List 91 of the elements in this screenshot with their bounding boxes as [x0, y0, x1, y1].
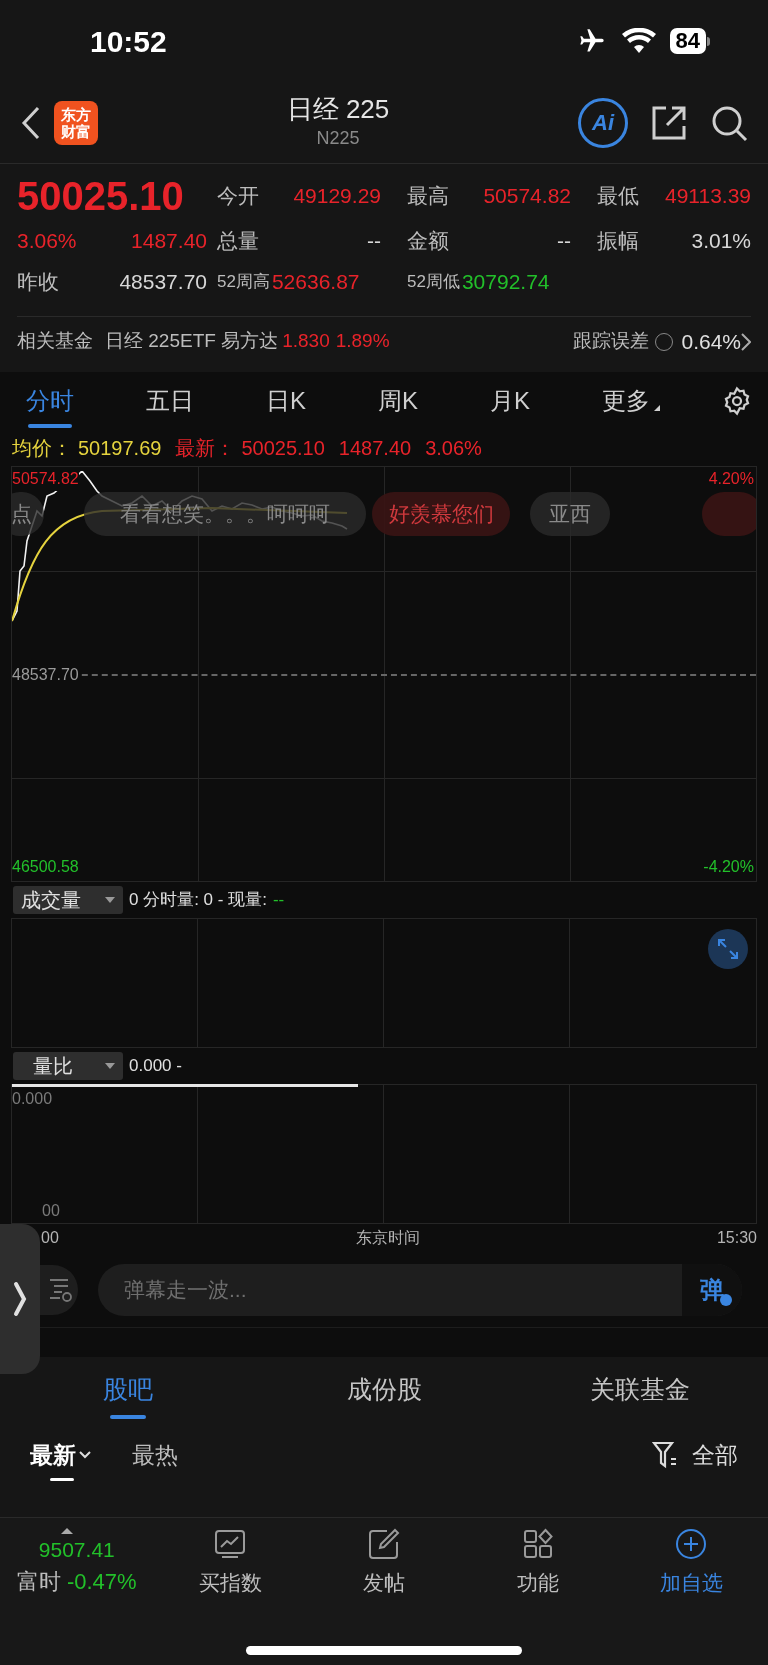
index-value: 9507.41 — [38, 1536, 115, 1563]
comment-bubble: 好羡慕您们 — [372, 492, 510, 536]
chevron-down-icon — [78, 1450, 92, 1460]
toolbar-action[interactable]: 买指数 — [198, 1567, 262, 1599]
caret-down-icon — [105, 1063, 115, 1069]
stat-value: 49113.39 — [664, 183, 751, 210]
stat-value: -- — [557, 228, 571, 255]
stat-label: 52周低 — [407, 271, 460, 294]
latest-percent: 3.06% — [425, 436, 482, 461]
index-change: -0.47% — [66, 1568, 137, 1597]
caret-down-icon — [105, 897, 115, 903]
time-label: 15:30 — [716, 1228, 757, 1248]
tracking-label: 跟踪误差 — [573, 329, 650, 354]
toolbar-action[interactable]: 功能 — [516, 1567, 559, 1599]
volume-readout: 0 分时量: 0 - 现量: — [129, 889, 267, 912]
chevron-right-icon[interactable] — [741, 332, 751, 351]
time-zone-label: 东京时间 — [355, 1228, 420, 1248]
section-tab[interactable]: 股吧 — [0, 1357, 256, 1423]
comment-bubble: 看看想笑。。。呵呵呵 — [84, 492, 366, 536]
stat-label: 最低 — [597, 183, 639, 210]
fund-label: 相关基金 — [17, 329, 93, 354]
indicator-dropdown[interactable]: 成交量 — [13, 886, 123, 914]
edit-icon — [367, 1527, 401, 1562]
app-logo: 东方 财富 — [54, 100, 98, 145]
toolbar-action[interactable]: 发帖 — [363, 1567, 405, 1599]
page-title: 日经 225 — [286, 93, 390, 125]
axis-label: 0.000 — [12, 1089, 53, 1109]
stat-label: 振幅 — [597, 228, 639, 255]
stat-label: 金额 — [407, 228, 449, 255]
last-price: 50025.10 — [17, 173, 185, 220]
stat-value: 30792.74 — [461, 269, 550, 296]
send-danmaku-button[interactable]: 弹 — [682, 1263, 742, 1316]
sort-tab[interactable]: 最新 — [30, 1423, 92, 1487]
toolbar-action[interactable]: 加自选 — [659, 1567, 723, 1599]
sort-tab[interactable]: 最热 — [132, 1423, 178, 1487]
stat-label: 52周高 — [217, 271, 270, 294]
expand-icon — [717, 938, 739, 960]
ticker-symbol: N225 — [316, 127, 360, 150]
comment-bubble: 亚西 — [530, 492, 610, 536]
wifi-icon — [621, 28, 656, 54]
stat-value: 3.01% — [691, 228, 751, 255]
section-tab[interactable]: 成份股 — [256, 1357, 512, 1423]
ai-button[interactable]: Ai — [578, 97, 628, 148]
time-label: 00 — [40, 1228, 59, 1248]
side-drawer-handle[interactable] — [0, 1224, 40, 1374]
change-value: 1487.40 — [131, 228, 207, 255]
latest-change: 1487.40 — [338, 436, 412, 461]
latest-price: 50025.10 — [241, 436, 325, 461]
index-name: 富时 — [16, 1568, 61, 1597]
stat-value: 49129.29 — [293, 183, 381, 210]
tracking-value: 0.64% — [681, 328, 741, 355]
chart-tab[interactable]: 更多 — [591, 372, 670, 430]
axis-label: 4.20% — [708, 469, 754, 489]
axis-label: 00 — [42, 1201, 60, 1221]
caret-icon — [653, 405, 660, 411]
current-volume: -- — [272, 889, 285, 912]
stat-value: 48537.70 — [119, 269, 207, 296]
caret-up-icon — [60, 1527, 73, 1534]
status-time: 10:52 — [90, 23, 167, 60]
stat-value: 52636.87 — [271, 269, 360, 296]
fund-change: 1.89% — [335, 329, 390, 354]
stat-label: 昨收 — [17, 269, 59, 296]
add-icon — [674, 1527, 709, 1562]
chart-tab[interactable]: 月K — [479, 372, 540, 430]
section-tab[interactable]: 关联基金 — [512, 1357, 768, 1423]
filter-icon[interactable] — [652, 1441, 678, 1469]
comment-bubble: 点 — [12, 492, 44, 536]
chart-tab[interactable]: 五日 — [136, 372, 204, 430]
danmaku-settings-icon[interactable] — [38, 1264, 78, 1315]
axis-label: 46500.58 — [12, 857, 79, 877]
axis-label: -4.20% — [703, 857, 754, 877]
latest-price-label: 最新： — [175, 436, 236, 461]
stat-label: 今开 — [217, 183, 259, 210]
fund-price: 1.830 — [282, 329, 330, 354]
back-icon[interactable] — [20, 104, 42, 141]
chart-tab[interactable]: 分时 — [16, 372, 84, 430]
change-percent: 3.06% — [17, 228, 77, 255]
expand-button[interactable] — [708, 929, 748, 969]
stat-label: 总量 — [217, 228, 259, 255]
stat-value: 50574.82 — [483, 183, 571, 210]
average-price: 50197.69 — [78, 436, 162, 461]
comment-input[interactable]: 弹幕走一波... 弹 — [98, 1263, 742, 1316]
stat-value: -- — [367, 228, 381, 255]
indicator-dropdown[interactable]: 量比 — [13, 1052, 123, 1080]
ratio-readout: 0.000 - — [129, 1055, 182, 1078]
stat-label: 最高 — [407, 183, 449, 210]
average-price-label: 均价： — [12, 436, 72, 461]
filter-label[interactable]: 全部 — [692, 1437, 738, 1473]
chart-tab[interactable]: 日K — [255, 372, 316, 430]
chart-tab[interactable]: 周K — [367, 372, 428, 430]
fund-name[interactable]: 日经 225ETF 易方达 — [105, 327, 279, 356]
